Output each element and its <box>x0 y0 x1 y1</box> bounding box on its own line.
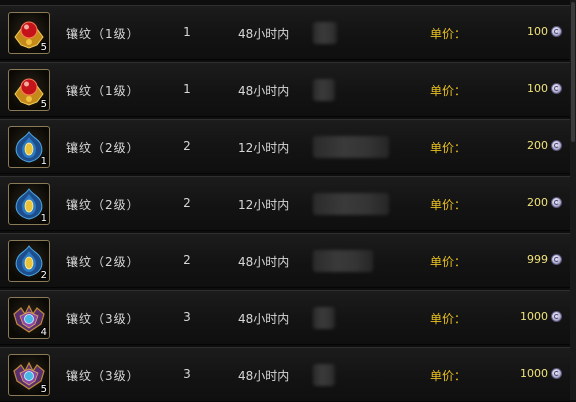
stack-count: 4 <box>40 327 47 338</box>
unit-price-label: 单价： <box>430 198 467 212</box>
stack-count: 5 <box>40 42 47 53</box>
redacted-seller <box>313 250 373 272</box>
item-slot[interactable]: 5 <box>8 354 50 396</box>
listing-row[interactable]: 5 镶纹（1级） 1 48小时内 单价： 100 <box>0 62 570 117</box>
currency-coin-icon <box>551 311 562 322</box>
item-name: 镶纹（3级） <box>66 369 140 383</box>
unit-price-value: 999 <box>527 253 548 266</box>
stack-count: 5 <box>40 384 47 395</box>
listing-row[interactable]: 5 镶纹（3级） 3 48小时内 单价： 1000 <box>0 347 570 402</box>
listing-row[interactable]: 1 镶纹（2级） 2 12小时内 单价： 200 <box>0 176 570 231</box>
listing-duration: 48小时内 <box>238 27 290 41</box>
item-level: 3 <box>183 367 191 381</box>
redacted-seller <box>313 364 335 386</box>
currency-coin-icon <box>551 197 562 208</box>
redacted-seller <box>313 22 337 44</box>
unit-price-label: 单价： <box>430 141 467 155</box>
item-name: 镶纹（3级） <box>66 312 140 326</box>
currency-coin-icon <box>551 83 562 94</box>
item-slot[interactable]: 1 <box>8 183 50 225</box>
unit-price-label: 单价： <box>430 255 467 269</box>
stack-count: 5 <box>40 99 47 110</box>
listing-duration: 48小时内 <box>238 84 290 98</box>
stack-count: 2 <box>40 270 47 281</box>
listing-row[interactable]: 4 镶纹（3级） 3 48小时内 单价： 1000 <box>0 290 570 345</box>
unit-price-value: 100 <box>527 25 548 38</box>
scrollbar[interactable] <box>570 0 576 400</box>
listing-duration: 12小时内 <box>238 198 290 212</box>
unit-price-value: 1000 <box>520 310 548 323</box>
item-level: 2 <box>183 139 191 153</box>
currency-coin-icon <box>551 140 562 151</box>
listing-row[interactable]: 1 镶纹（2级） 2 12小时内 单价： 200 <box>0 119 570 174</box>
unit-price-value: 200 <box>527 139 548 152</box>
currency-coin-icon <box>551 254 562 265</box>
listing-duration: 12小时内 <box>238 141 290 155</box>
item-level: 2 <box>183 253 191 267</box>
item-level: 2 <box>183 196 191 210</box>
unit-price-value: 100 <box>527 82 548 95</box>
unit-price-value: 1000 <box>520 367 548 380</box>
item-slot[interactable]: 5 <box>8 69 50 111</box>
listing-row[interactable]: 2 镶纹（2级） 2 48小时内 单价： 999 <box>0 233 570 288</box>
item-name: 镶纹（2级） <box>66 141 140 155</box>
item-level: 1 <box>183 25 191 39</box>
scrollbar-thumb[interactable] <box>571 2 575 142</box>
stack-count: 1 <box>40 213 47 224</box>
redacted-seller <box>313 79 335 101</box>
listing-duration: 48小时内 <box>238 369 290 383</box>
item-slot[interactable]: 2 <box>8 240 50 282</box>
item-name: 镶纹（1级） <box>66 84 140 98</box>
listing-row[interactable]: 5 镶纹（1级） 1 48小时内 单价： 100 <box>0 5 570 60</box>
listing-duration: 48小时内 <box>238 312 290 326</box>
currency-coin-icon <box>551 26 562 37</box>
unit-price-label: 单价： <box>430 312 467 326</box>
currency-coin-icon <box>551 368 562 379</box>
redacted-seller <box>313 136 389 158</box>
item-slot[interactable]: 4 <box>8 297 50 339</box>
redacted-seller <box>313 193 389 215</box>
item-level: 1 <box>183 82 191 96</box>
unit-price-label: 单价： <box>430 84 467 98</box>
item-slot[interactable]: 5 <box>8 12 50 54</box>
unit-price-label: 单价： <box>430 369 467 383</box>
item-level: 3 <box>183 310 191 324</box>
item-name: 镶纹（2级） <box>66 255 140 269</box>
item-name: 镶纹（2级） <box>66 198 140 212</box>
redacted-seller <box>313 307 335 329</box>
stack-count: 1 <box>40 156 47 167</box>
item-slot[interactable]: 1 <box>8 126 50 168</box>
item-name: 镶纹（1级） <box>66 27 140 41</box>
unit-price-value: 200 <box>527 196 548 209</box>
unit-price-label: 单价： <box>430 27 467 41</box>
listing-duration: 48小时内 <box>238 255 290 269</box>
